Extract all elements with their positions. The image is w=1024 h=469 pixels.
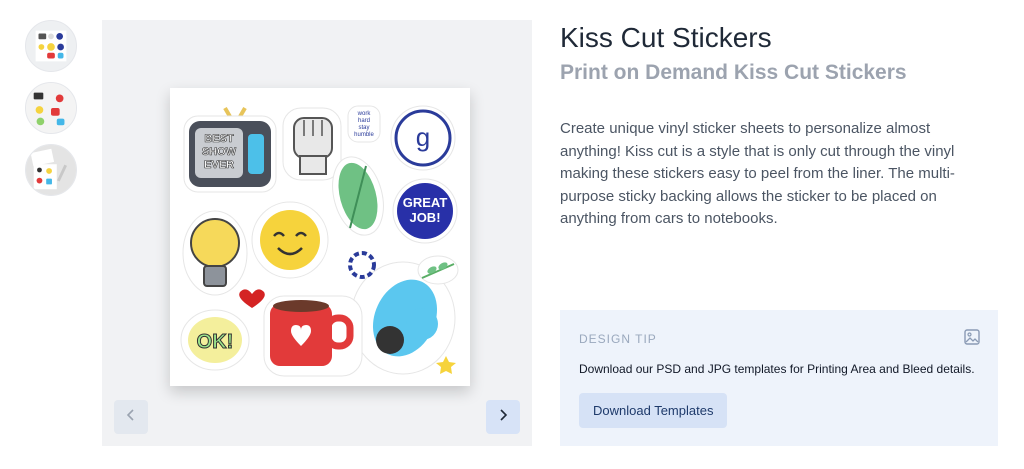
product-description: Create unique vinyl sticker sheets to pe… <box>560 120 955 227</box>
previous-image-button[interactable] <box>114 400 148 434</box>
script-sticker: work hard stay humble <box>347 105 381 143</box>
image-icon <box>964 329 980 350</box>
svg-text:EVER: EVER <box>204 159 234 171</box>
branch-sticker <box>417 255 459 285</box>
svg-text:JOB!: JOB! <box>409 210 440 225</box>
svg-text:BEST: BEST <box>204 133 234 145</box>
thumbnail-sticker-lifestyle[interactable] <box>25 144 77 196</box>
fist-sticker <box>282 107 342 181</box>
design-tip-text: Download our PSD and JPG templates for P… <box>579 362 975 376</box>
thumbnail-list <box>25 20 81 206</box>
product-subtitle: Print on Demand Kiss Cut Stickers <box>560 61 907 84</box>
ok-sticker: OK! <box>180 309 250 371</box>
design-tip-panel: DESIGN TIP Download our PSD and JPG temp… <box>560 310 998 446</box>
tv-sticker: BEST SHOW EVER <box>183 106 277 193</box>
svg-text:g: g <box>416 122 430 152</box>
heart-sticker <box>239 289 265 308</box>
product-info: Kiss Cut Stickers Print on Demand Kiss C… <box>560 20 1000 231</box>
svg-text:humble: humble <box>354 132 374 138</box>
thumbnail-image <box>26 83 76 133</box>
svg-text:stay: stay <box>358 125 369 131</box>
svg-text:GREAT: GREAT <box>403 195 448 210</box>
sticker-sheet-image: BEST SHOW EVER work hard stay humble g G… <box>170 88 470 386</box>
thumbnail-sticker-sheet[interactable] <box>25 20 77 72</box>
great-job-sticker: GREAT JOB! <box>392 178 458 244</box>
thumbnail-image <box>26 145 76 195</box>
smiley-sticker <box>251 201 329 279</box>
chevron-left-icon <box>124 408 138 427</box>
g-logo-sticker: g <box>390 105 456 171</box>
next-image-button[interactable] <box>486 400 520 434</box>
product-image-viewer: BEST SHOW EVER work hard stay humble g G… <box>102 20 532 446</box>
download-templates-button[interactable]: Download Templates <box>579 393 728 428</box>
svg-text:work: work <box>357 111 372 117</box>
thumbnail-image <box>35 30 67 62</box>
product-title: Kiss Cut Stickers <box>560 22 772 53</box>
bulb-sticker <box>182 210 248 296</box>
chevron-right-icon <box>496 408 510 427</box>
mug-sticker <box>263 295 363 377</box>
svg-text:SHOW: SHOW <box>202 146 237 158</box>
svg-text:hard: hard <box>358 118 370 124</box>
thumbnail-sticker-closeup[interactable] <box>25 82 77 134</box>
design-tip-label: DESIGN TIP <box>579 332 657 346</box>
svg-text:OK!: OK! <box>197 331 234 353</box>
